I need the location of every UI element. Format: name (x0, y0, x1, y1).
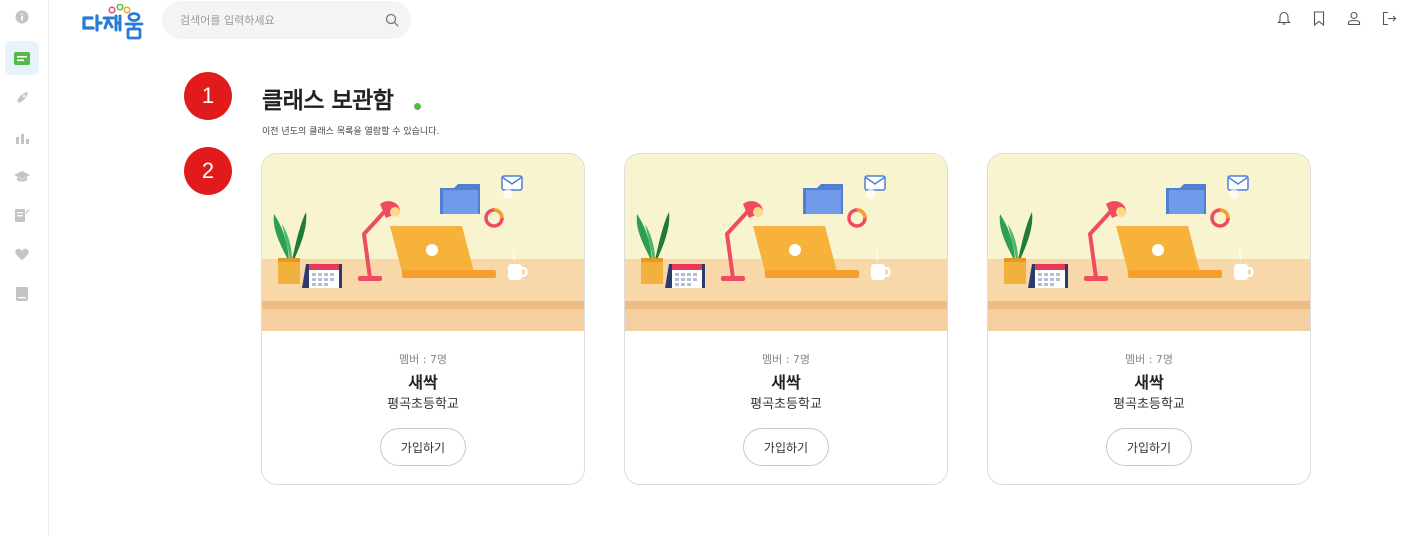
class-card[interactable]: 멤버 : 7명 새싹 평곡초등학교 가입하기 (624, 153, 948, 485)
header-actions (1276, 9, 1397, 27)
member-count: 멤버 : 7명 (398, 353, 448, 366)
class-name: 새싹 (771, 373, 801, 392)
bookmark-icon[interactable] (1311, 9, 1327, 27)
join-button[interactable]: 가입하기 (743, 428, 829, 466)
edit-note-icon (15, 209, 29, 222)
sidebar-item-book[interactable] (5, 277, 39, 311)
sidebar-item-info[interactable] (5, 0, 39, 34)
class-card[interactable]: 멤버 : 7명 새싹 평곡초등학교 가입하기 (987, 153, 1311, 485)
sidebar-item-chart[interactable] (5, 120, 39, 154)
sidebar-item-class[interactable] (5, 41, 39, 75)
rocket-icon (17, 92, 28, 103)
sidebar-item-notes[interactable] (5, 198, 39, 232)
sidebar-item-favorite[interactable] (5, 237, 39, 271)
sidebar (0, 0, 49, 536)
class-name: 새싹 (1134, 373, 1164, 392)
card-body: 멤버 : 7명 새싹 평곡초등학교 가입하기 (625, 331, 947, 484)
title-accent-dot (414, 103, 421, 110)
join-button[interactable]: 가입하기 (380, 428, 466, 466)
sidebar-item-education[interactable] (5, 159, 39, 193)
school-name: 평곡초등학교 (750, 397, 822, 412)
class-illustration (625, 154, 947, 331)
page-subtitle: 이전 년도의 클래스 목록을 열람할 수 있습니다. (262, 127, 440, 137)
member-count: 멤버 : 7명 (761, 353, 811, 366)
logo[interactable] (82, 3, 144, 40)
logo-image (82, 3, 144, 40)
book-icon (16, 287, 28, 301)
card-body: 멤버 : 7명 새싹 평곡초등학교 가입하기 (262, 331, 584, 484)
chart-icon (15, 133, 29, 144)
class-card-icon (14, 51, 30, 65)
user-icon[interactable] (1346, 9, 1362, 27)
sidebar-item-rocket[interactable] (5, 81, 39, 115)
search-icon[interactable] (385, 13, 399, 27)
search-input[interactable] (180, 13, 370, 27)
school-name: 평곡초등학교 (387, 397, 459, 412)
join-button[interactable]: 가입하기 (1106, 428, 1192, 466)
step-marker-2: 2 (184, 147, 232, 195)
page-title: 클래스 보관함 (262, 88, 394, 114)
school-name: 평곡초등학교 (1113, 397, 1185, 412)
info-icon (15, 10, 29, 24)
class-illustration (988, 154, 1310, 331)
class-name: 새싹 (408, 373, 438, 392)
card-body: 멤버 : 7명 새싹 평곡초등학교 가입하기 (988, 331, 1310, 484)
bell-icon[interactable] (1276, 9, 1292, 27)
logout-icon[interactable] (1381, 9, 1397, 27)
class-illustration (262, 154, 584, 331)
search-bar[interactable] (162, 1, 411, 39)
graduation-cap-icon (14, 170, 30, 181)
class-card[interactable]: 멤버 : 7명 새싹 평곡초등학교 가입하기 (261, 153, 585, 485)
heart-icon (15, 248, 29, 260)
member-count: 멤버 : 7명 (1124, 353, 1174, 366)
step-marker-1: 1 (184, 72, 232, 120)
